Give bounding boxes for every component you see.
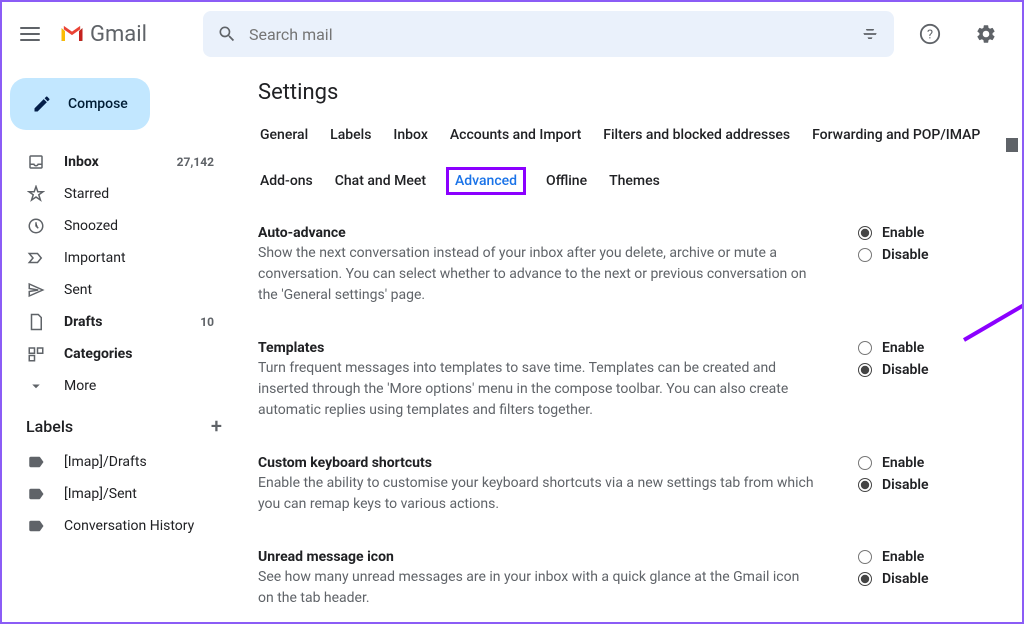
sidebar-item-count: 27,142 — [177, 155, 214, 169]
file-icon — [26, 312, 46, 332]
disable-radio[interactable] — [858, 248, 872, 262]
tab-filters-and-blocked-addresses[interactable]: Filters and blocked addresses — [601, 121, 792, 149]
settings-content: Settings General Labels Inbox Accounts and … — [234, 66, 1022, 622]
svg-text:?: ? — [927, 28, 933, 43]
sidebar-item-more[interactable]: More — [2, 370, 226, 402]
labels-header: Labels + — [2, 402, 234, 446]
disable-option[interactable]: Disable — [858, 477, 929, 493]
label-text: [Imap]/Drafts — [64, 454, 214, 470]
sidebar-item-label: Important — [64, 250, 196, 266]
sidebar-item-label: Categories — [64, 346, 196, 362]
disable-radio[interactable] — [858, 572, 872, 586]
setting-desc: Enable the ability to customise your key… — [258, 473, 818, 515]
enable-radio[interactable] — [858, 456, 872, 470]
tag-icon — [26, 516, 46, 536]
tab-labels[interactable]: Labels — [328, 121, 373, 149]
help-icon[interactable]: ? — [910, 14, 950, 54]
settings-icon[interactable] — [966, 14, 1006, 54]
categories-icon — [26, 344, 46, 364]
search-bar[interactable] — [203, 11, 894, 57]
setting-desc: See how many unread messages are in your… — [258, 567, 818, 609]
setting-row: Custom keyboard shortcuts Enable the abi… — [258, 443, 998, 537]
search-options-icon[interactable] — [860, 24, 880, 44]
sidebar-item-snoozed[interactable]: Snoozed — [2, 210, 226, 242]
sidebar-item-label: Starred — [64, 186, 196, 202]
sidebar-item-starred[interactable]: Starred — [2, 178, 226, 210]
disable-radio[interactable] — [858, 478, 872, 492]
important-icon — [26, 248, 46, 268]
disable-option[interactable]: Disable — [858, 571, 929, 587]
sidebar-item-label: More — [64, 378, 196, 394]
sidebar-item-count: 10 — [200, 315, 214, 329]
setting-title: Custom keyboard shortcuts — [258, 455, 818, 471]
compose-label: Compose — [68, 96, 128, 112]
setting-title: Templates — [258, 340, 818, 356]
logo-text: Gmail — [90, 22, 147, 47]
sidebar-item-categories[interactable]: Categories — [2, 338, 226, 370]
tab-general[interactable]: General — [258, 121, 310, 149]
label-text: [Imap]/Sent — [64, 486, 214, 502]
sidebar-item-drafts[interactable]: Drafts 10 — [2, 306, 226, 338]
tab-advanced[interactable]: Advanced — [446, 167, 526, 195]
settings-tabs: General Labels Inbox Accounts and Import Fil… — [258, 121, 998, 195]
enable-radio[interactable] — [858, 341, 872, 355]
enable-option[interactable]: Enable — [858, 225, 929, 241]
setting-row: Templates Turn frequent messages into te… — [258, 328, 998, 443]
sidebar: Compose Inbox 27,142 Starred Snoozed Importa… — [2, 66, 234, 622]
disable-option[interactable]: Disable — [858, 247, 929, 263]
tab-accounts-and-import[interactable]: Accounts and Import — [448, 121, 583, 149]
label-text: Conversation History — [64, 518, 214, 534]
setting-title: Auto-advance — [258, 225, 818, 241]
setting-title: Unread message icon — [258, 549, 818, 565]
setting-row: Auto-advance Show the next conversation … — [258, 213, 998, 328]
sidebar-item-important[interactable]: Important — [2, 242, 226, 274]
clock-icon — [26, 216, 46, 236]
search-icon — [217, 24, 237, 44]
setting-desc: Show the next conversation instead of yo… — [258, 243, 818, 306]
tab-themes[interactable]: Themes — [607, 167, 662, 195]
compose-button[interactable]: Compose — [10, 78, 150, 130]
tab-offline[interactable]: Offline — [544, 167, 589, 195]
disable-radio[interactable] — [858, 363, 872, 377]
pencil-icon — [32, 94, 52, 114]
gmail-logo[interactable]: Gmail — [58, 20, 147, 48]
sidebar-item-label: Sent — [64, 282, 196, 298]
gmail-icon — [58, 20, 86, 48]
input-mode-icon — [1006, 138, 1018, 152]
sidebar-item-label: Drafts — [64, 314, 182, 330]
enable-option[interactable]: Enable — [858, 549, 929, 565]
tab-inbox[interactable]: Inbox — [391, 121, 429, 149]
tab-add-ons[interactable]: Add-ons — [258, 167, 315, 195]
disable-option[interactable]: Disable — [858, 362, 929, 378]
setting-row: Unread message icon See how many unread … — [258, 537, 998, 622]
enable-radio[interactable] — [858, 550, 872, 564]
search-input[interactable] — [249, 25, 848, 44]
page-title: Settings — [258, 80, 998, 105]
star-icon — [26, 184, 46, 204]
label-item[interactable]: [Imap]/Drafts — [2, 446, 226, 478]
tag-icon — [26, 452, 46, 472]
main-menu-icon[interactable] — [18, 22, 42, 46]
add-label-button[interactable]: + — [211, 414, 222, 438]
sidebar-item-inbox[interactable]: Inbox 27,142 — [2, 146, 226, 178]
setting-desc: Turn frequent messages into templates to… — [258, 358, 818, 421]
tag-icon — [26, 484, 46, 504]
enable-option[interactable]: Enable — [858, 340, 929, 356]
enable-option[interactable]: Enable — [858, 455, 929, 471]
tab-chat-and-meet[interactable]: Chat and Meet — [333, 167, 428, 195]
send-icon — [26, 280, 46, 300]
sidebar-item-sent[interactable]: Sent — [2, 274, 226, 306]
inbox-icon — [26, 152, 46, 172]
sidebar-item-label: Snoozed — [64, 218, 196, 234]
sidebar-item-label: Inbox — [64, 154, 159, 170]
labels-title: Labels — [26, 417, 73, 436]
tab-forwarding-and-pop-imap[interactable]: Forwarding and POP/IMAP — [810, 121, 982, 149]
label-item[interactable]: [Imap]/Sent — [2, 478, 226, 510]
enable-radio[interactable] — [858, 226, 872, 240]
chevron-icon — [26, 376, 46, 396]
label-item[interactable]: Conversation History — [2, 510, 226, 542]
